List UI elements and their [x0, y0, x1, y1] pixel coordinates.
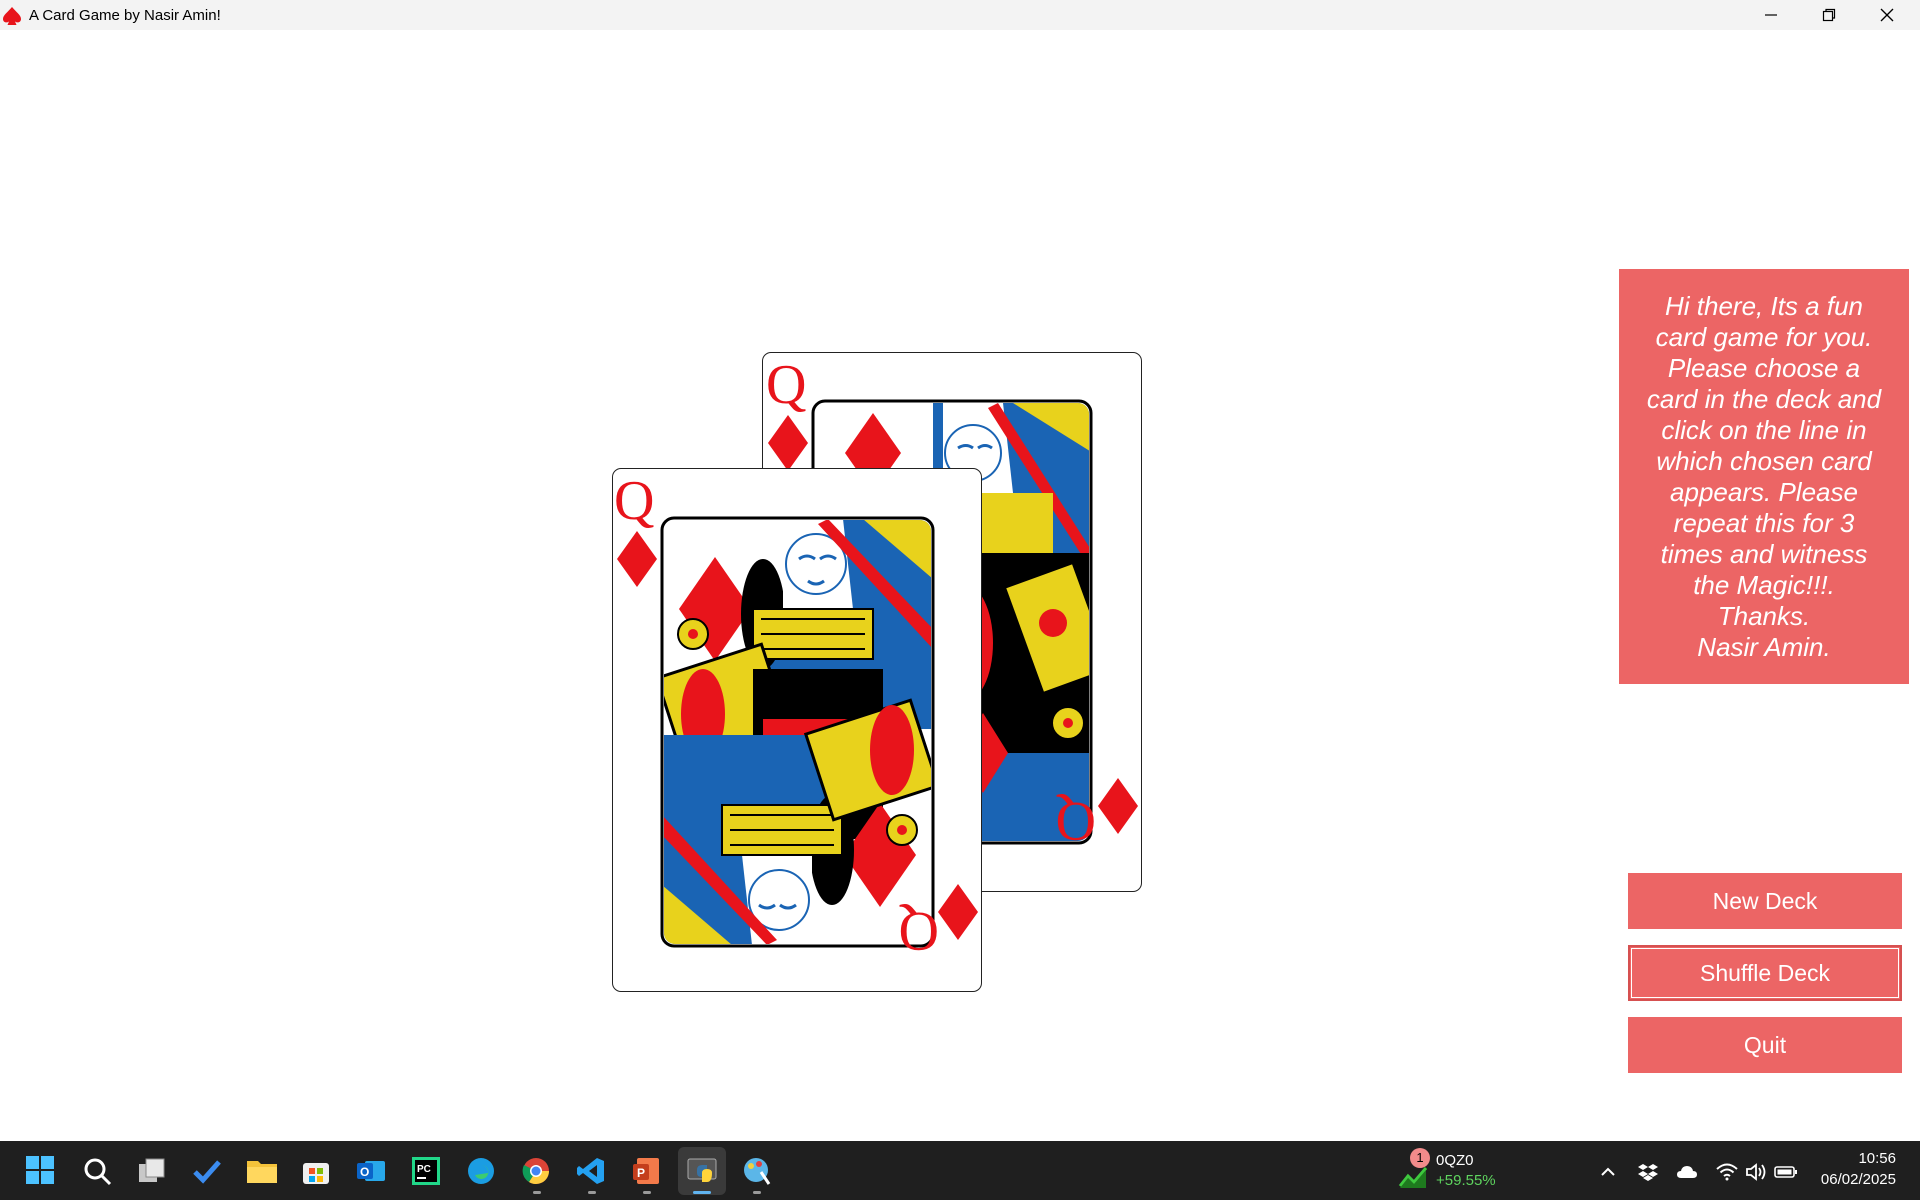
card-suit-top	[617, 531, 657, 587]
search-icon[interactable]	[79, 1153, 115, 1189]
queen-artwork	[664, 520, 931, 944]
vscode-icon[interactable]	[573, 1153, 609, 1189]
queen-of-diamonds-face: Q Q	[614, 470, 978, 962]
taskbar	[0, 1141, 1920, 1200]
svg-text:O: O	[360, 1165, 369, 1179]
instruction-line: card game for you.	[1655, 322, 1873, 352]
pycharm-icon[interactable]: PC	[408, 1153, 444, 1189]
instruction-line: card in the deck and	[1646, 384, 1882, 414]
instruction-line: click on the line in	[1661, 415, 1867, 445]
new-deck-button[interactable]: New Deck	[1628, 873, 1902, 929]
notification-badge: 1	[1410, 1148, 1430, 1168]
close-button[interactable]	[1858, 0, 1916, 30]
card-suit-bottom	[1098, 778, 1138, 834]
todo-icon[interactable]	[189, 1153, 225, 1189]
running-indicator-active	[693, 1191, 711, 1194]
card-rank-top: Q	[614, 470, 654, 532]
card-rank-bottom: Q	[899, 900, 939, 962]
running-indicator	[588, 1191, 596, 1194]
instruction-line: appears. Please	[1670, 477, 1858, 507]
windows-start-icon[interactable]	[22, 1152, 58, 1188]
minimize-button[interactable]	[1742, 0, 1800, 30]
running-indicator	[533, 1191, 541, 1194]
stock-change: +59.55%	[1436, 1172, 1496, 1189]
paint-icon[interactable]	[738, 1153, 774, 1189]
battery-icon[interactable]	[1774, 1160, 1798, 1184]
minimize-icon	[1765, 14, 1777, 16]
instruction-line: Hi there, Its a fun	[1665, 291, 1863, 321]
spade-icon	[3, 7, 21, 25]
stock-chart-icon	[1398, 1167, 1428, 1188]
chevron-up-icon[interactable]	[1596, 1160, 1620, 1184]
python-icon[interactable]	[678, 1147, 726, 1195]
clock-time[interactable]: 10:56	[1840, 1150, 1896, 1167]
instruction-line: Please choose a	[1667, 353, 1861, 383]
task-view-icon[interactable]	[134, 1153, 170, 1189]
file-explorer-icon[interactable]	[244, 1153, 280, 1189]
title-bar: A Card Game by Nasir Amin!	[0, 0, 1920, 30]
powerpoint-icon[interactable]: P	[628, 1153, 664, 1189]
card-suit-bottom	[938, 884, 978, 940]
shuffle-deck-button[interactable]: Shuffle Deck	[1628, 945, 1902, 1001]
dropbox-icon[interactable]	[1636, 1160, 1660, 1184]
instruction-line: the Magic!!!.	[1693, 570, 1835, 600]
outlook-icon[interactable]: O	[353, 1153, 389, 1189]
card-suit-top	[768, 415, 808, 471]
running-indicator	[753, 1191, 761, 1194]
restore-button[interactable]	[1800, 0, 1858, 30]
close-icon	[1880, 8, 1894, 22]
chrome-icon[interactable]	[518, 1153, 554, 1189]
restore-icon	[1822, 8, 1836, 22]
instructions-panel: Hi there, Its a fun card game for you. P…	[1619, 269, 1909, 684]
clock-date[interactable]: 06/02/2025	[1810, 1171, 1896, 1188]
stock-widget[interactable]: 1 0QZ0 +59.55%	[1398, 1148, 1508, 1196]
svg-text:P: P	[637, 1166, 645, 1180]
instruction-line: Thanks.	[1717, 601, 1811, 631]
window-title: A Card Game by Nasir Amin!	[29, 7, 221, 24]
edge-icon[interactable]	[463, 1153, 499, 1189]
instruction-line: times and witness	[1660, 539, 1868, 569]
running-indicator	[643, 1191, 651, 1194]
instruction-line: Nasir Amin.	[1697, 632, 1831, 662]
card-rank-top: Q	[766, 354, 806, 416]
store-icon[interactable]	[298, 1153, 334, 1189]
card-rank-bottom: Q	[1056, 790, 1096, 852]
volume-icon[interactable]	[1744, 1160, 1768, 1184]
stock-symbol: 0QZ0	[1436, 1152, 1474, 1169]
svg-text:PC: PC	[417, 1164, 431, 1175]
instruction-line: repeat this for 3	[1673, 508, 1855, 538]
instruction-line: which chosen card	[1656, 446, 1872, 476]
quit-button[interactable]: Quit	[1628, 1017, 1902, 1073]
playing-card-front[interactable]: Q Q	[612, 468, 982, 992]
wifi-icon[interactable]	[1715, 1160, 1739, 1184]
onedrive-icon[interactable]	[1675, 1160, 1699, 1184]
